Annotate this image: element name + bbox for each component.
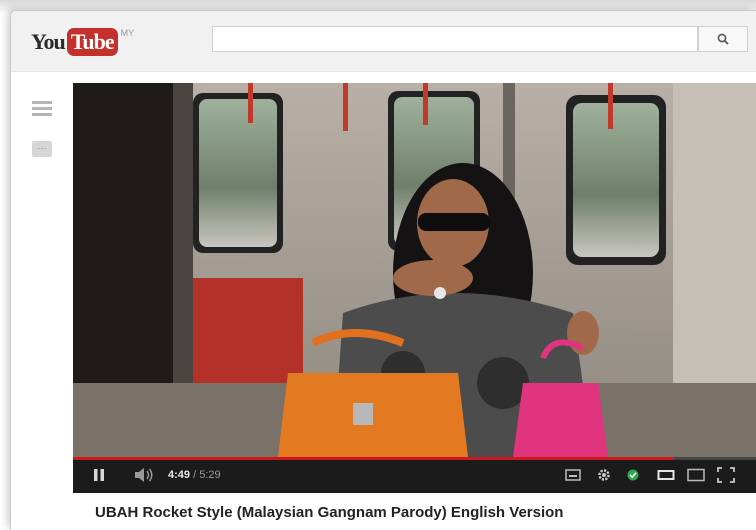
video-title: UBAH Rocket Style (Malaysian Gangnam Par…	[95, 504, 564, 521]
time-total: 5:29	[199, 469, 221, 481]
browser-page: You Tube MY … 4:49 / 5:29 UBAH Rocket St…	[10, 10, 756, 530]
guide-menu-icon[interactable]	[32, 101, 52, 117]
search-button[interactable]	[698, 26, 748, 52]
logo-you-text: You	[31, 29, 66, 54]
youtube-logo[interactable]: You Tube MY	[31, 28, 134, 60]
play-pause-icon[interactable]	[93, 468, 105, 482]
logo-tube-text: Tube	[66, 28, 118, 56]
volume-icon[interactable]	[133, 467, 155, 483]
player-controls: 4:49 / 5:29	[73, 457, 756, 493]
small-player-icon[interactable]	[657, 468, 675, 482]
time-separator: /	[190, 469, 200, 481]
captions-icon[interactable]	[565, 469, 581, 481]
progress-bar[interactable]	[73, 457, 756, 460]
video-frame	[73, 83, 756, 457]
time-display: 4:49 / 5:29	[168, 466, 221, 484]
masthead: You Tube MY	[11, 11, 756, 72]
fullscreen-icon[interactable]	[717, 467, 735, 483]
logo-region-code: MY	[120, 28, 135, 38]
time-current: 4:49	[168, 469, 191, 481]
video-player[interactable]: 4:49 / 5:29	[73, 83, 756, 493]
more-icon[interactable]: …	[32, 141, 52, 157]
search-input[interactable]	[212, 26, 698, 52]
search-icon	[717, 33, 729, 45]
hd-check-icon	[627, 469, 639, 481]
large-player-icon[interactable]	[687, 468, 705, 482]
settings-icon[interactable]	[596, 467, 612, 483]
progress-played	[73, 457, 674, 460]
